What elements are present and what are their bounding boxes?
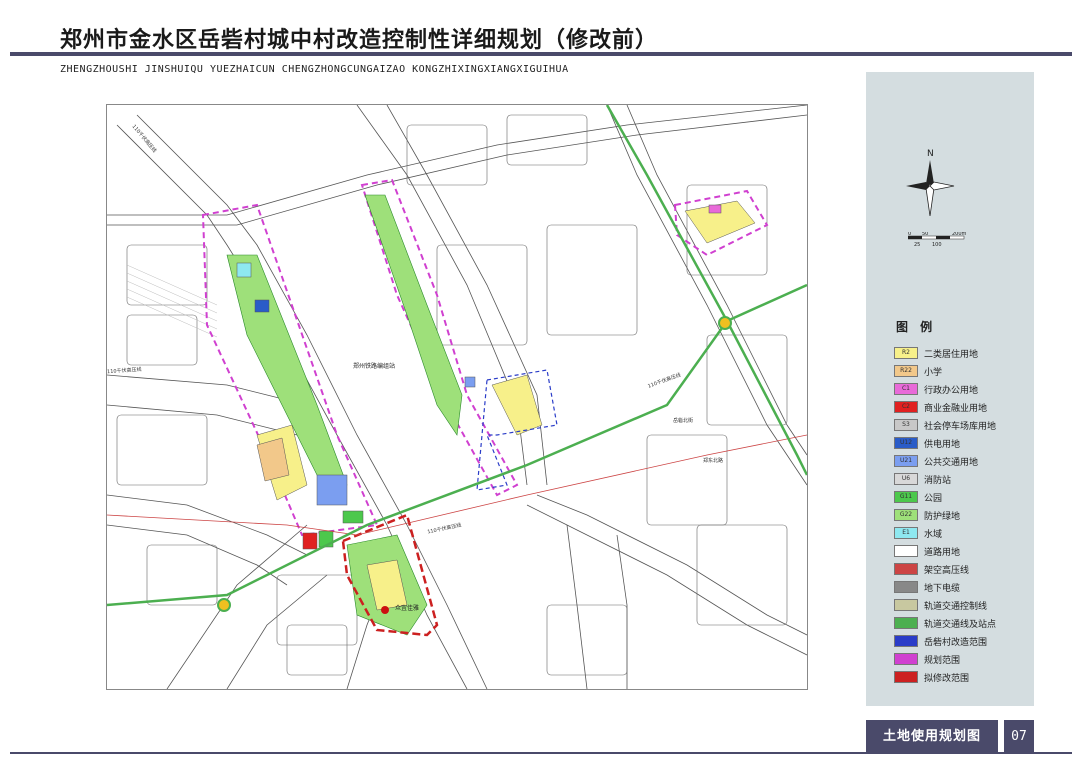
legend-label: 拟修改范围 bbox=[924, 673, 970, 684]
legend-item: U12 供电用地 bbox=[894, 434, 1034, 452]
legend-label: 小学 bbox=[924, 367, 943, 378]
power-land-block bbox=[254, 299, 270, 313]
legend-label: 供电用地 bbox=[924, 439, 961, 450]
section-label: 土地使用规划图 bbox=[866, 720, 998, 754]
commercial-block bbox=[302, 532, 318, 550]
svg-text:100: 100 bbox=[932, 242, 942, 248]
legend-item: C2 商业金融业用地 bbox=[894, 398, 1034, 416]
legend-item: C1 行政办公用地 bbox=[894, 380, 1034, 398]
legend-swatch-icon bbox=[894, 581, 918, 593]
legend-label: 行政办公用地 bbox=[924, 385, 979, 396]
scale-bar: 0 50 200m 25 100 bbox=[907, 231, 968, 254]
legend-item: E1 水域 bbox=[894, 524, 1034, 542]
legend-item: 道路用地 bbox=[894, 542, 1034, 560]
legend-swatch-icon: U12 bbox=[894, 437, 918, 449]
legend-label: 二类居住用地 bbox=[924, 349, 979, 360]
legend-item: R2 二类居住用地 bbox=[894, 344, 1034, 362]
legend: R2 二类居住用地 R22 小学 C1 行政办公用地 C2 商业金融业用地 S3 社会停车场库用地… bbox=[894, 344, 1034, 686]
legend-item: U21 公共交通用地 bbox=[894, 452, 1034, 470]
legend-swatch-icon: G11 bbox=[894, 491, 918, 503]
legend-item: G11 公园 bbox=[894, 488, 1034, 506]
legend-swatch-icon bbox=[894, 599, 918, 611]
water-block bbox=[236, 262, 252, 278]
legend-item: 架空高压线 bbox=[894, 560, 1034, 578]
svg-text:200m: 200m bbox=[952, 232, 967, 237]
legend-label: 水域 bbox=[924, 529, 943, 540]
legend-label: 防护绿地 bbox=[924, 511, 961, 522]
legend-label: 规划范围 bbox=[924, 655, 961, 666]
legend-item: U6 消防站 bbox=[894, 470, 1034, 488]
legend-swatch-icon bbox=[894, 617, 918, 629]
svg-text:N: N bbox=[927, 149, 934, 159]
rail-station-icon bbox=[718, 316, 732, 330]
legend-item: 规划范围 bbox=[894, 650, 1034, 668]
legend-swatch-icon: G22 bbox=[894, 509, 918, 521]
legend-label: 轨道交通控制线 bbox=[924, 601, 988, 612]
legend-label: 架空高压线 bbox=[924, 565, 970, 576]
svg-text:50: 50 bbox=[922, 232, 928, 237]
legend-label: 商业金融业用地 bbox=[924, 403, 988, 414]
legend-item: 岳砦村改造范围 bbox=[894, 632, 1034, 650]
legend-item: R22 小学 bbox=[894, 362, 1034, 380]
legend-label: 岳砦村改造范围 bbox=[924, 637, 988, 648]
legend-swatch-icon bbox=[894, 635, 918, 647]
legend-swatch-icon: C1 bbox=[894, 383, 918, 395]
legend-label: 公园 bbox=[924, 493, 943, 504]
legend-swatch-icon bbox=[894, 653, 918, 665]
residential-block bbox=[491, 374, 543, 436]
green-buffer-east bbox=[364, 194, 463, 436]
rail-station-icon bbox=[217, 598, 231, 612]
legend-swatch-icon: S3 bbox=[894, 419, 918, 431]
side-panel: N 0 50 200m 25 100 图 例 R2 二类居住用地 R22 小学 C1 行政… bbox=[866, 72, 1034, 706]
legend-label: 消防站 bbox=[924, 475, 952, 486]
legend-item: 地下电缆 bbox=[894, 578, 1034, 596]
legend-swatch-icon: C2 bbox=[894, 401, 918, 413]
legend-swatch-icon: R2 bbox=[894, 347, 918, 359]
land-use-map[interactable]: 郑州铁路编组站 众宜佳雅 110千伏高压线 110千伏高压线 110千伏高压线 … bbox=[106, 104, 808, 690]
rail-yard bbox=[126, 264, 218, 338]
legend-swatch-icon: U6 bbox=[894, 473, 918, 485]
legend-label: 社会停车场库用地 bbox=[924, 421, 997, 432]
map-canvas bbox=[107, 105, 807, 689]
svg-text:0: 0 bbox=[908, 232, 911, 237]
legend-title: 图 例 bbox=[896, 320, 937, 334]
legend-item: G22 防护绿地 bbox=[894, 506, 1034, 524]
legend-label: 道路用地 bbox=[924, 547, 961, 558]
street-label: 岳砦北街 bbox=[673, 418, 694, 424]
rail-transit-line bbox=[107, 283, 807, 607]
legend-label: 轨道交通线及站点 bbox=[924, 619, 997, 630]
page-title: 郑州市金水区岳砦村城中村改造控制性详细规划（修改前） bbox=[60, 27, 659, 53]
legend-item: 拟修改范围 bbox=[894, 668, 1034, 686]
legend-label: 公共交通用地 bbox=[924, 457, 979, 468]
page-subtitle: ZHENGZHOUSHI JINSHUIQU YUEZHAICUN CHENGZ… bbox=[60, 64, 569, 75]
legend-item: 轨道交通控制线 bbox=[894, 596, 1034, 614]
page-number: 07 bbox=[1004, 720, 1034, 754]
legend-swatch-icon bbox=[894, 563, 918, 575]
legend-swatch-icon bbox=[894, 671, 918, 683]
legend-swatch-icon: E1 bbox=[894, 527, 918, 539]
overhead-power-line bbox=[107, 434, 807, 536]
legend-swatch-icon: U21 bbox=[894, 455, 918, 467]
site-marker-icon bbox=[381, 606, 389, 614]
compass-icon: N bbox=[902, 148, 958, 222]
map-center-label: 郑州铁路编组站 bbox=[353, 363, 396, 370]
legend-item: 轨道交通线及站点 bbox=[894, 614, 1034, 632]
title-rule bbox=[10, 52, 1072, 56]
legend-swatch-icon bbox=[894, 545, 918, 557]
street-label: 郑东北路 bbox=[703, 458, 724, 464]
bus-land-block bbox=[464, 376, 476, 388]
legend-label: 地下电缆 bbox=[924, 583, 961, 594]
civic-block bbox=[708, 204, 722, 214]
footer-rule bbox=[10, 752, 1072, 754]
park-block bbox=[342, 510, 364, 524]
legend-swatch-icon: R22 bbox=[894, 365, 918, 377]
site-marker-label: 众宜佳雅 bbox=[395, 605, 420, 612]
svg-text:25: 25 bbox=[914, 242, 920, 248]
legend-item: S3 社会停车场库用地 bbox=[894, 416, 1034, 434]
bus-land-block bbox=[316, 474, 348, 506]
